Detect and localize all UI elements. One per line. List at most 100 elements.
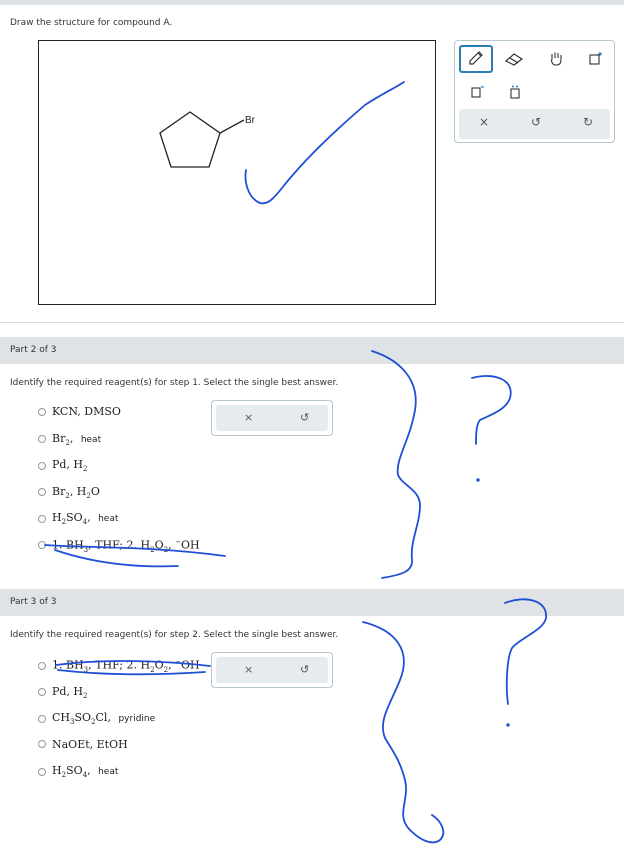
lone-pair-tool[interactable] [503,81,527,103]
part2-option-label: KCN, DMSO [52,405,121,418]
part2-option-5[interactable]: H2SO4, heat [38,511,118,526]
part2-option-text: heat [80,434,102,445]
question-dot-part3 [506,723,510,727]
part3-option-radio[interactable] [38,767,46,776]
part2-option-radio[interactable] [38,541,46,550]
part2-option-label: 1. BH3, THF; 2. H2O2, −OH [52,538,200,554]
part2-option-text: Br [52,431,66,445]
part3-option-text: CH [52,711,71,724]
part2-option-2[interactable]: Br2, heat [38,432,101,447]
add-template-tool[interactable] [581,47,611,71]
part2-option-text: KCN, DMSO [52,405,121,418]
c-br-bond [219,119,245,134]
hand-tool[interactable] [541,47,571,71]
pencil-icon [469,51,483,65]
part3-option-text: 1. BH [52,658,84,672]
part2-action-box: × ↺ [211,400,333,436]
eraser-icon [504,53,524,66]
part3-option-text: SO [74,711,92,724]
part2-option-text: Br [52,484,66,498]
part2-option-text: O [154,538,164,552]
clear-canvas-button[interactable]: × [479,115,489,129]
part2-undo-button[interactable]: ↺ [300,411,309,424]
part2-option-6[interactable]: 1. BH3, THF; 2. H2O2, −OH [38,538,200,554]
part3-option-radio[interactable] [38,714,46,723]
part3-undo-button[interactable]: ↺ [300,663,309,676]
redo-button[interactable]: ↻ [583,115,593,129]
part3-option-text: Pd, H [52,684,84,698]
part2-option-radio[interactable] [38,435,46,444]
part2-option-text: OH [180,538,200,552]
part3-option-label: NaOEt, EtOH [52,738,128,751]
part3-option-text: H [52,764,62,777]
cyclopentane-ring [159,111,221,168]
part3-option-radio[interactable] [38,688,46,697]
undo-button[interactable]: ↺ [531,115,541,129]
bromine-label: Br [245,115,256,126]
part3-option-text: Cl, [95,711,115,724]
brace-scribble-part3 [362,621,445,844]
part3-option-text: , [168,658,176,672]
part3-option-label: Pd, H2 [52,685,88,700]
part2-option-radio[interactable] [38,514,46,523]
part3-prompt: Identify the required reagent(s) for ste… [10,630,339,640]
lone-pair-icon [510,85,520,99]
molecule-drawing: Br [159,111,256,168]
part3-clear-button[interactable]: × [244,663,253,676]
eraser-tool[interactable] [499,47,529,71]
toolbar-footer: × ↺ ↻ [459,109,610,139]
drawing-toolbar: × ↺ ↻ [454,40,615,143]
part3-option-text: 2 [83,691,88,700]
charge-minus-tool[interactable] [465,81,489,103]
part2-option-text: SO [66,511,83,524]
add-icon [589,52,602,65]
section-divider [0,322,624,323]
part3-option-3[interactable]: CH3SO2Cl, pyridine [38,711,155,726]
part3-option-radio[interactable] [38,661,46,670]
part3-option-label: 1. BH3, THF; 2. H2O2, −OH [52,658,200,674]
part2-option-text: , THF; 2. H [88,538,151,552]
charge-minus-icon [471,86,484,98]
part2-option-radio[interactable] [38,488,46,497]
part1-prompt: Draw the structure for compound A. [10,18,173,28]
pencil-tool[interactable] [459,45,493,73]
part2-option-4[interactable]: Br2, H2O [38,485,100,500]
part3-option-text: O [154,658,164,672]
part2-option-text: , [69,431,77,445]
part2-option-text: O [90,484,100,498]
part2-option-label: Br2, H2O [52,485,100,500]
brace-scribble-part2 [371,350,421,579]
part2-option-1[interactable]: KCN, DMSO [38,405,121,418]
part3-option-text: , THF; 2. H [88,658,151,672]
drawing-canvas[interactable]: Br [38,40,436,305]
part3-option-1[interactable]: 1. BH3, THF; 2. H2O2, −OH [38,658,200,674]
part2-option-label: Br2, heat [52,432,101,447]
part2-header: Part 2 of 3 [0,337,624,364]
part2-clear-button[interactable]: × [244,411,253,424]
part2-option-text: , [168,538,176,552]
part2-option-text: H [52,511,62,524]
part2-option-radio[interactable] [38,461,46,470]
part3-option-text: heat [98,767,119,777]
part2-option-text: 2 [83,465,88,474]
part3-option-radio[interactable] [38,740,46,748]
part3-option-text: OH [180,658,200,672]
part3-option-5[interactable]: H2SO4, heat [38,764,118,779]
part2-option-text: 1. BH [52,538,84,552]
part3-header: Part 3 of 3 [0,589,624,616]
part2-option-text: heat [98,514,119,524]
part2-option-text: , [87,511,95,524]
part2-action-bar: × ↺ [216,405,328,431]
part2-option-radio[interactable] [38,407,46,416]
part3-option-label: CH3SO2Cl, pyridine [52,711,155,726]
part3-option-4[interactable]: NaOEt, EtOH [38,738,128,751]
part2-option-label: Pd, H2 [52,458,88,473]
part3-option-text: NaOEt, EtOH [52,737,128,751]
part2-option-3[interactable]: Pd, H2 [38,458,88,473]
question-scribble-part2 [471,375,512,445]
part3-action-box: × ↺ [211,652,333,688]
part2-prompt: Identify the required reagent(s) for ste… [10,378,339,388]
part3-option-2[interactable]: Pd, H2 [38,685,88,700]
part3-action-bar: × ↺ [216,657,328,683]
top-bar [0,0,624,5]
